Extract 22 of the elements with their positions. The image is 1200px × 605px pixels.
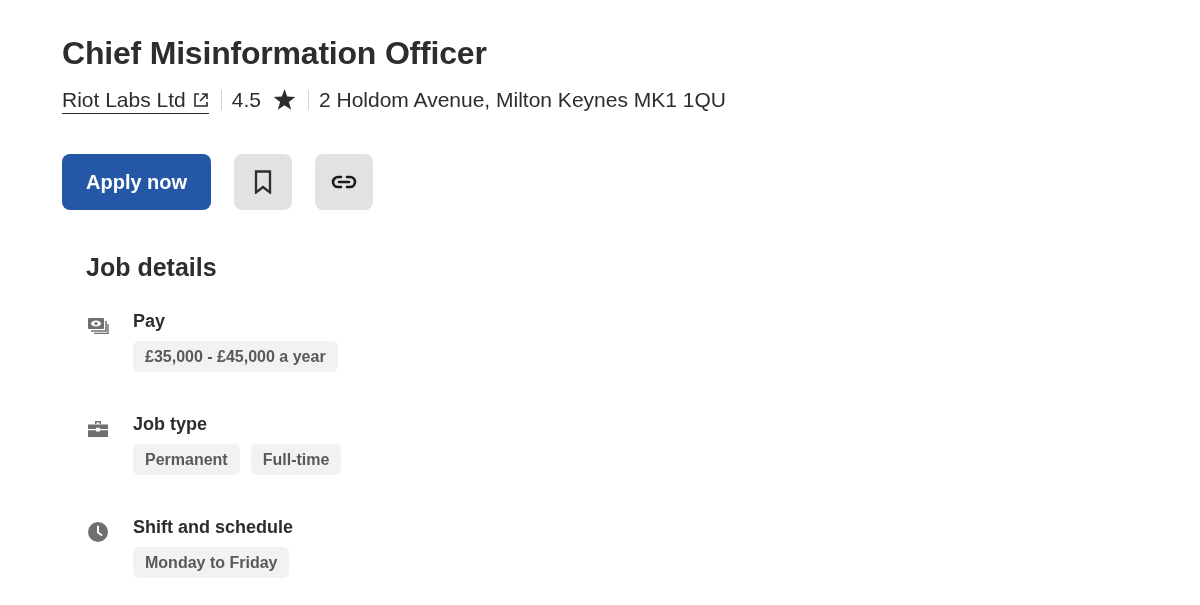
detail-label: Job type [133, 413, 208, 436]
external-link-icon [192, 91, 209, 108]
bookmark-icon [254, 170, 273, 194]
clock-icon [88, 521, 108, 542]
detail-tag: Monday to Friday [133, 547, 290, 578]
copy-link-button[interactable] [315, 154, 374, 210]
banknotes-icon [88, 317, 109, 334]
section-heading: Job details [86, 252, 218, 282]
bookmark-button[interactable] [234, 154, 293, 210]
detail-label: Pay [133, 310, 167, 333]
apply-button[interactable]: Apply now [62, 154, 212, 210]
link-icon [331, 175, 358, 189]
detail-tag: Full-time [250, 444, 342, 475]
address-text: 2 Holdom Avenue, Milton Keynes MK1 1QU [318, 87, 726, 113]
detail-tag: Permanent [133, 444, 240, 475]
detail-tag: £35,000 - £45,000 a year [133, 341, 338, 372]
job-title: Chief Misinformation Officer [62, 35, 488, 71]
rating-text: 4.5 [231, 87, 261, 113]
star-icon [272, 89, 296, 111]
briefcase-icon [88, 420, 108, 437]
company-link[interactable]: Riot Labs Ltd [62, 86, 209, 114]
detail-label: Shift and schedule [133, 516, 294, 539]
